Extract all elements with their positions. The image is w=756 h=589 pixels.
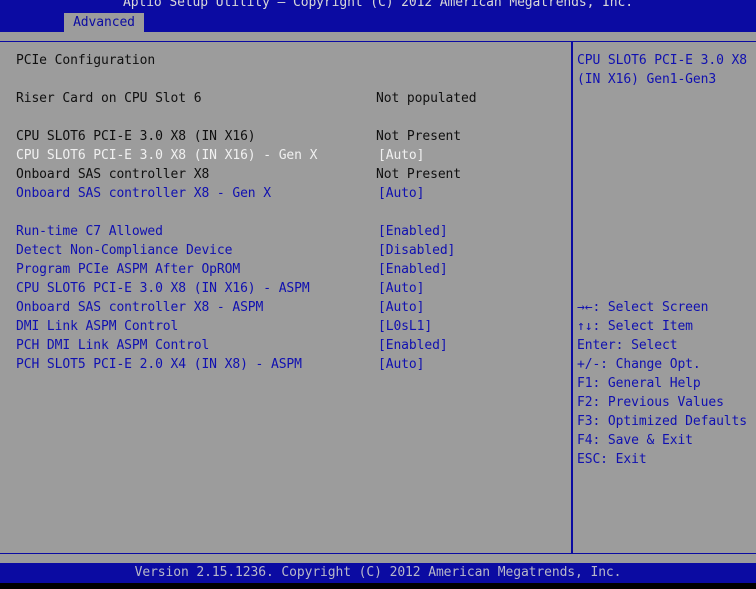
- setting-label: Riser Card on CPU Slot 6: [16, 91, 202, 106]
- setting-value[interactable]: [Enabled]: [378, 336, 448, 355]
- setting-label: Onboard SAS controller X8 - Gen X: [16, 186, 271, 201]
- key-hint: ↑↓: Select Item: [577, 319, 693, 334]
- key-hint: F1: General Help: [577, 376, 701, 391]
- setting-value[interactable]: [Auto]: [378, 146, 424, 165]
- key-hint: →←: Select Screen: [577, 300, 709, 315]
- setting-label: PCH DMI Link ASPM Control: [16, 338, 210, 353]
- setting-label: CPU SLOT6 PCI-E 3.0 X8 (IN X16) - Gen X: [16, 148, 318, 163]
- setting-value[interactable]: [Enabled]: [378, 260, 448, 279]
- footer-version: Version 2.15.1236. Copyright (C) 2012 Am…: [0, 563, 756, 583]
- help-line: (IN X16) Gen1-Gen3: [577, 72, 717, 87]
- setting-value[interactable]: [Enabled]: [378, 222, 448, 241]
- help-line: CPU SLOT6 PCI-E 3.0 X8: [577, 53, 747, 68]
- key-hint: F4: Save & Exit: [577, 433, 693, 448]
- key-hint: Enter: Select: [577, 338, 678, 353]
- setting-value[interactable]: [Auto]: [378, 355, 424, 374]
- setting-value[interactable]: [Auto]: [378, 184, 424, 203]
- panel-divider: [571, 42, 573, 553]
- key-hint: +/-: Change Opt.: [577, 357, 701, 372]
- setting-label: Onboard SAS controller X8 - ASPM: [16, 300, 264, 315]
- key-hint: ESC: Exit: [577, 452, 647, 467]
- app-title: Aptio Setup Utility – Copyright (C) 2012…: [123, 0, 633, 10]
- setting-value: Not populated: [376, 91, 477, 106]
- key-hint: F3: Optimized Defaults: [577, 414, 747, 429]
- setting-value: Not Present: [376, 129, 461, 144]
- setting-label: Program PCIe ASPM After OpROM: [16, 262, 241, 277]
- setting-value: Not Present: [376, 167, 461, 182]
- setting-value[interactable]: [L0sL1]: [378, 317, 432, 336]
- setting-value[interactable]: [Auto]: [378, 298, 424, 317]
- setting-label: CPU SLOT6 PCI-E 3.0 X8 (IN X16) - ASPM: [16, 281, 310, 296]
- setting-value[interactable]: [Disabled]: [378, 241, 455, 260]
- section-title: PCIe Configuration: [16, 53, 156, 68]
- setting-label: DMI Link ASPM Control: [16, 319, 179, 334]
- setting-label: Detect Non-Compliance Device: [16, 243, 233, 258]
- key-hint: F2: Previous Values: [577, 395, 724, 410]
- tab-advanced[interactable]: Advanced: [64, 13, 144, 32]
- setting-label: CPU SLOT6 PCI-E 3.0 X8 (IN X16): [16, 129, 256, 144]
- setting-label: Onboard SAS controller X8: [16, 167, 210, 182]
- setting-label: PCH SLOT5 PCI-E 2.0 X4 (IN X8) - ASPM: [16, 357, 302, 372]
- title-bar: Aptio Setup Utility – Copyright (C) 2012…: [0, 0, 756, 32]
- setting-label: Run-time C7 Allowed: [16, 224, 163, 239]
- setting-value[interactable]: [Auto]: [378, 279, 424, 298]
